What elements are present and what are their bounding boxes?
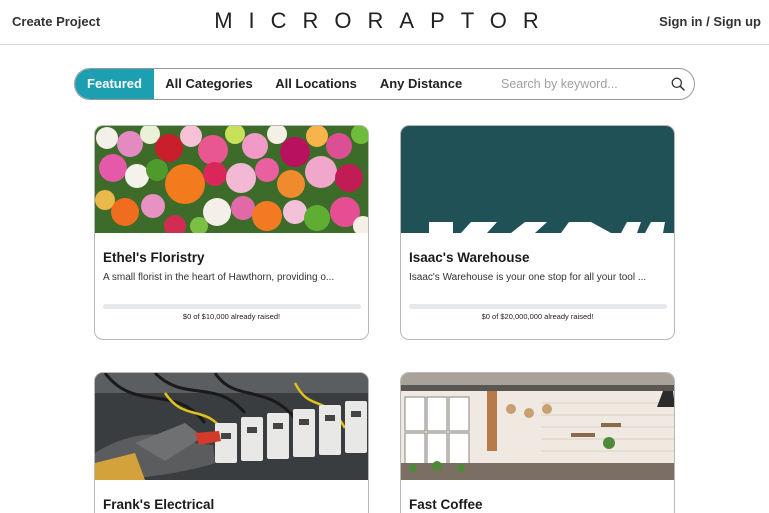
project-card[interactable]: Isaac's Warehouse Isaac's Warehouse is y… (400, 125, 675, 340)
project-image-warehouse[interactable] (401, 126, 674, 233)
all-categories-dropdown[interactable]: All Categories (165, 69, 253, 99)
search-input[interactable] (501, 75, 661, 93)
project-card[interactable]: Ethel's Floristry A small florist in the… (94, 125, 369, 340)
project-image-cafe[interactable] (401, 373, 674, 480)
project-card[interactable]: Frank's Electrical (94, 372, 369, 513)
search-icon[interactable] (671, 77, 685, 91)
all-locations-dropdown[interactable]: All Locations (275, 69, 357, 99)
funding-progress-bar (103, 304, 361, 309)
site-logo[interactable]: MICRORAPTOR (0, 8, 769, 34)
cafe-interior-photo (401, 373, 674, 480)
project-title[interactable]: Frank's Electrical (103, 497, 214, 512)
funding-progress-bar (409, 304, 667, 309)
electrician-photo (95, 373, 368, 480)
project-description: A small florist in the heart of Hawthorn… (103, 272, 335, 283)
project-title[interactable]: Ethel's Floristry (103, 250, 205, 265)
project-title[interactable]: Fast Coffee (409, 497, 483, 512)
funding-raised-text: $0 of $10,000 already raised! (182, 312, 281, 321)
project-title[interactable]: Isaac's Warehouse (409, 250, 530, 265)
any-distance-dropdown[interactable]: Any Distance (379, 69, 463, 99)
flowers-photo (95, 126, 368, 233)
site-header: Create Project MICRORAPTOR Sign in / Sig… (0, 0, 769, 45)
sign-in-link[interactable]: Sign in / Sign up (659, 14, 761, 29)
project-image-electrical[interactable] (95, 373, 368, 480)
project-description: Isaac's Warehouse is your one stop for a… (409, 272, 647, 283)
project-image-flowers[interactable] (95, 126, 368, 233)
project-card[interactable]: Fast Coffee (400, 372, 675, 513)
filter-bar: Featured All Categories All Locations An… (74, 68, 695, 100)
tab-featured[interactable]: Featured (75, 69, 154, 99)
funding-raised-text: $0 of $20,000,000 already raised! (481, 312, 594, 321)
warehouse-logo (401, 126, 674, 233)
